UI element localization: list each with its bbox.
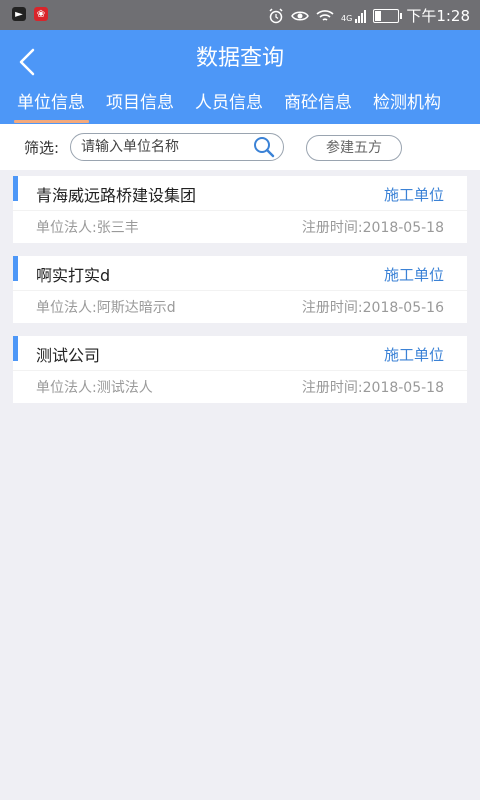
unit-name: 测试公司 xyxy=(36,346,101,365)
card-divider xyxy=(13,290,467,291)
unit-name: 啊实打实d xyxy=(36,266,111,285)
wifi-icon xyxy=(316,9,334,21)
card-accent-bar xyxy=(13,176,18,201)
legal-person-value: 张三丰 xyxy=(96,220,139,236)
card-accent-bar xyxy=(13,256,18,281)
list-item[interactable]: 青海威远路桥建设集团 施工单位 单位法人:张三丰 注册时间:2018-05-18 xyxy=(13,176,467,243)
app-icon: ► xyxy=(12,7,26,21)
legal-person: 单位法人:测试法人 xyxy=(36,377,153,397)
registration-time-value: 2018-05-18 xyxy=(362,380,444,396)
tab-personnel-info[interactable]: 人员信息 xyxy=(195,88,263,113)
huawei-icon: ❀ xyxy=(34,7,48,21)
filter-label: 筛选: xyxy=(24,139,60,157)
registration-time-label: 注册时间: xyxy=(301,380,363,396)
registration-time-value: 2018-05-16 xyxy=(362,300,444,316)
tab-concrete-info[interactable]: 商砼信息 xyxy=(284,88,352,113)
tab-bar: 单位信息 项目信息 人员信息 商砼信息 检测机构 xyxy=(0,84,480,124)
legal-person: 单位法人:张三丰 xyxy=(36,217,139,237)
alarm-icon xyxy=(269,7,283,23)
active-tab-indicator xyxy=(14,120,89,123)
unit-type: 施工单位 xyxy=(383,346,444,364)
unit-type: 施工单位 xyxy=(383,186,444,204)
signal-icon: 4G xyxy=(341,9,367,23)
status-time: 下午1:28 xyxy=(406,7,470,25)
unit-type: 施工单位 xyxy=(383,266,444,284)
list-item[interactable]: 啊实打实d 施工单位 单位法人:阿斯达暗示d 注册时间:2018-05-16 xyxy=(13,256,467,323)
header-bar: 数据查询 单位信息 项目信息 人员信息 商砼信息 检测机构 xyxy=(0,30,480,124)
tab-project-info[interactable]: 项目信息 xyxy=(106,88,174,113)
registration-time: 注册时间:2018-05-18 xyxy=(302,377,444,397)
legal-person-label: 单位法人: xyxy=(36,300,97,316)
search-box xyxy=(70,133,284,161)
five-parties-button[interactable]: 参建五方 xyxy=(306,135,402,161)
unit-list: 青海威远路桥建设集团 施工单位 单位法人:张三丰 注册时间:2018-05-18… xyxy=(13,176,467,416)
card-divider xyxy=(13,210,467,211)
legal-person-value: 阿斯达暗示d xyxy=(96,300,176,316)
eye-icon xyxy=(291,11,309,20)
registration-time-label: 注册时间: xyxy=(301,220,363,236)
card-accent-bar xyxy=(13,336,18,361)
page-title: 数据查询 xyxy=(195,46,284,71)
tab-testing-agency[interactable]: 检测机构 xyxy=(373,88,441,113)
legal-person-label: 单位法人: xyxy=(36,380,97,396)
network-type: 4G xyxy=(341,13,353,23)
registration-time: 注册时间:2018-05-16 xyxy=(302,297,444,317)
legal-person-value: 测试法人 xyxy=(96,380,153,396)
battery-icon xyxy=(373,8,403,23)
search-icon[interactable] xyxy=(253,136,275,158)
registration-time: 注册时间:2018-05-18 xyxy=(302,217,444,237)
legal-person-label: 单位法人: xyxy=(36,220,97,236)
tab-unit-info[interactable]: 单位信息 xyxy=(17,88,85,113)
search-input[interactable] xyxy=(81,137,246,157)
registration-time-label: 注册时间: xyxy=(301,300,363,316)
registration-time-value: 2018-05-18 xyxy=(362,220,444,236)
unit-name: 青海威远路桥建设集团 xyxy=(36,186,197,205)
list-item[interactable]: 测试公司 施工单位 单位法人:测试法人 注册时间:2018-05-18 xyxy=(13,336,467,403)
legal-person: 单位法人:阿斯达暗示d xyxy=(36,297,176,317)
status-bar: ► ❀ 4G 下午1:28 xyxy=(0,0,480,30)
filter-bar: 筛选: 参建五方 xyxy=(0,124,480,170)
card-divider xyxy=(13,370,467,371)
